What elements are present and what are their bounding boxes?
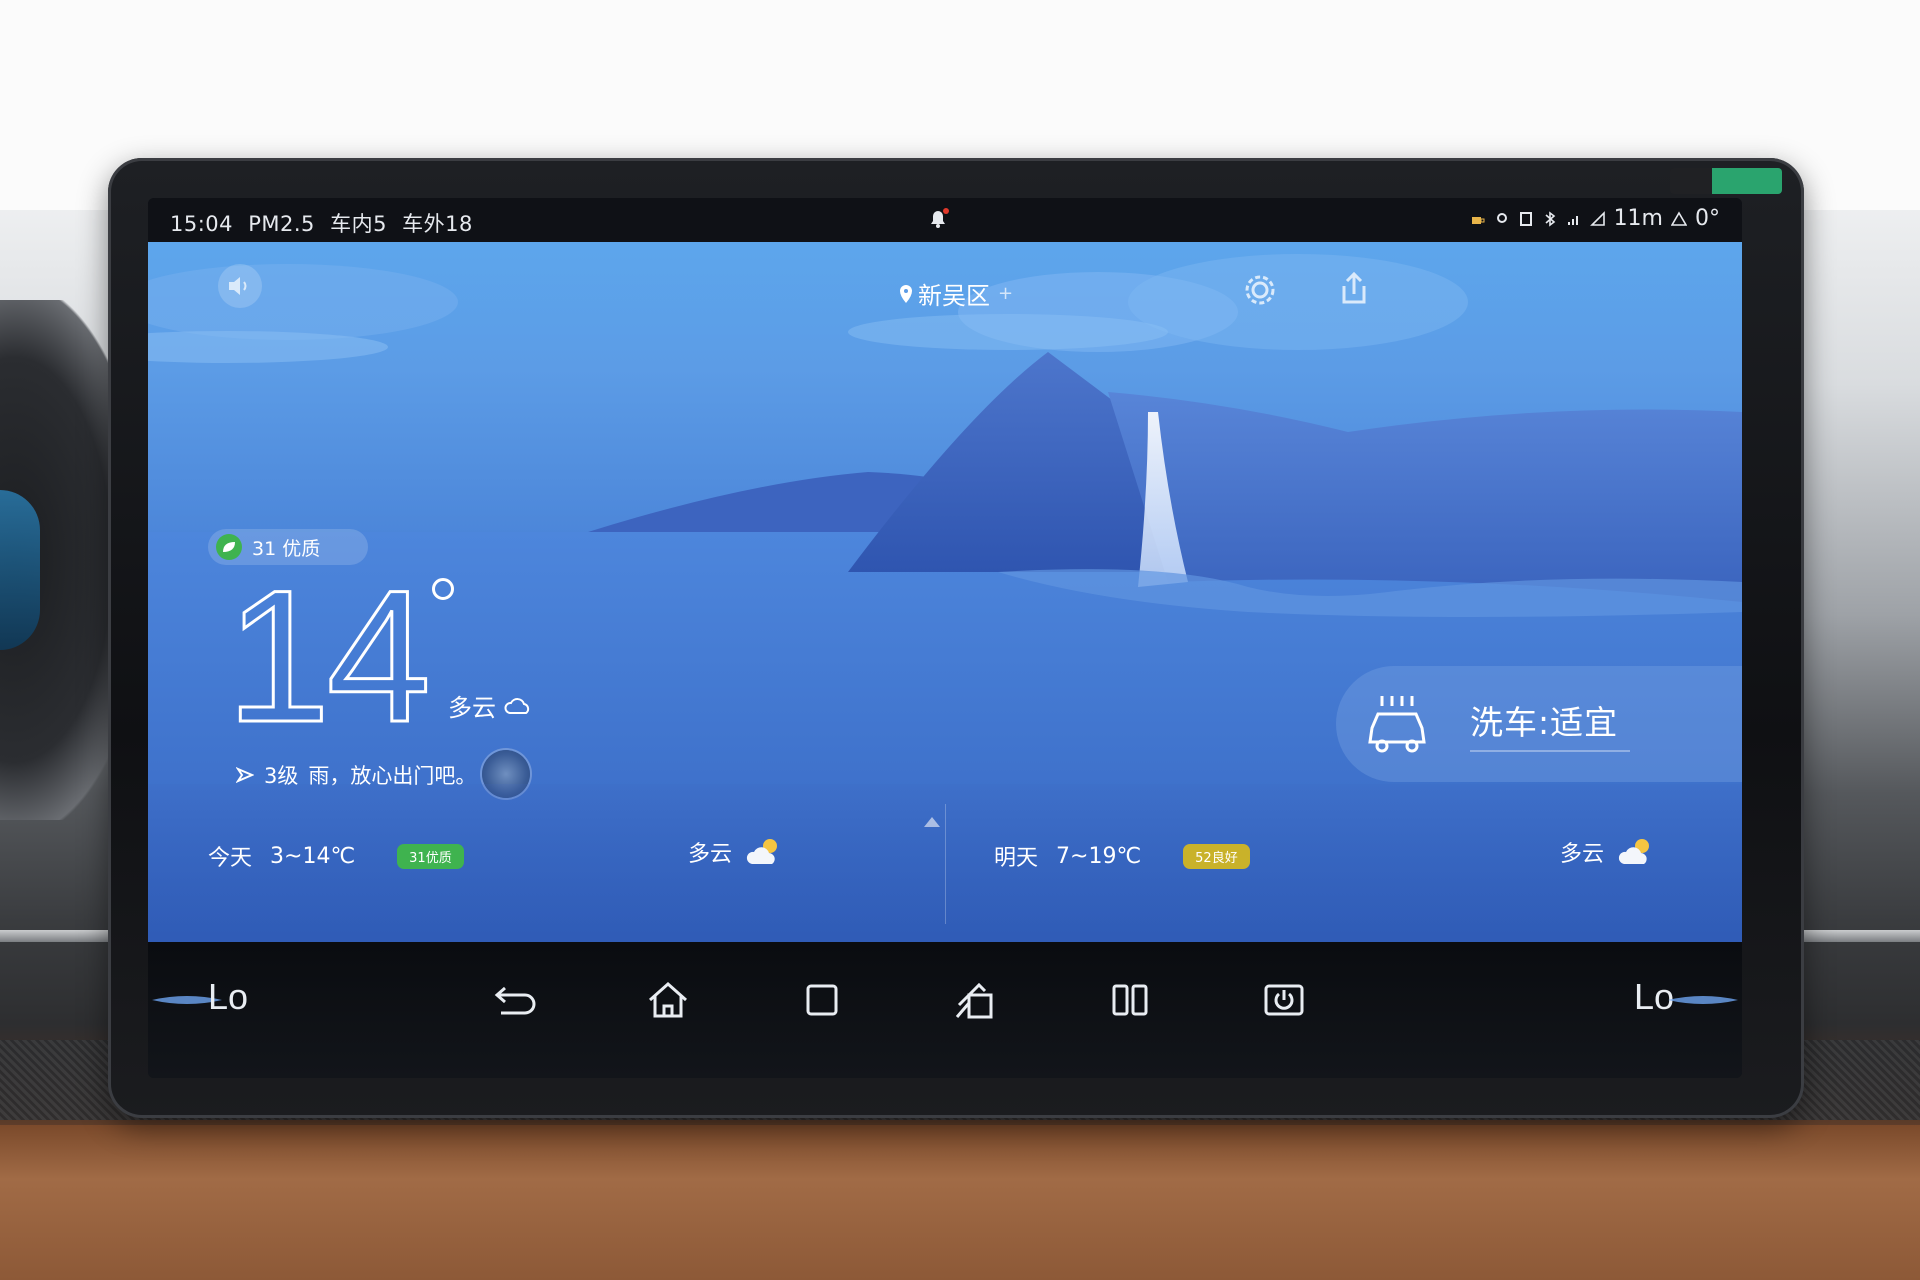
home-icon (649, 981, 687, 1018)
today-aqi-badge: 31优质 (397, 843, 464, 869)
instrument-cluster-edge (0, 490, 40, 650)
navigation-bar: Lo Lo (148, 942, 1742, 1078)
current-condition: 多云 (448, 688, 532, 723)
current-temperature: 14 (224, 551, 432, 761)
camera-strip (1670, 168, 1782, 194)
recent-apps-button[interactable] (794, 972, 850, 1028)
split-screen-icon (1112, 984, 1148, 1016)
status-bar: 15:04 PM2.5 车内5 车外18 11m 0° (148, 198, 1742, 242)
cellular-signal-icon (1567, 215, 1578, 225)
left-climate-temp[interactable]: Lo (208, 976, 248, 1018)
partly-cloudy-icon (746, 839, 778, 864)
power-icon (1264, 984, 1304, 1016)
dashboard-leather (0, 1125, 1920, 1280)
home-button[interactable] (640, 972, 696, 1028)
location-name: 新吴区 (918, 282, 990, 310)
power-button[interactable] (1256, 972, 1312, 1028)
today-label: 今天 (208, 846, 253, 871)
status-left: 15:04 PM2.5 车内5 车外18 (170, 208, 481, 238)
today-condition: 多云 (688, 842, 733, 867)
back-icon (494, 986, 536, 1015)
forecast-tomorrow[interactable]: 明天 7~19℃ 52良好 (994, 840, 1250, 872)
status-storage: 11m (1613, 206, 1663, 231)
warning-triangle-icon (1671, 210, 1687, 226)
partly-cloudy-icon (1618, 839, 1650, 864)
condition-text: 多云 (448, 694, 496, 722)
tomorrow-label: 明天 (994, 846, 1039, 871)
infotainment-screen: 15:04 PM2.5 车内5 车外18 11m 0° 新吴区 + 31 优质 … (148, 198, 1742, 1078)
settings-gear-icon[interactable] (1240, 270, 1280, 310)
screen-share-button[interactable] (948, 972, 1004, 1028)
status-right: 11m 0° (1470, 206, 1720, 231)
status-pm25: PM2.5 (248, 212, 315, 236)
today-range: 3~14℃ (270, 843, 356, 869)
map-pin-icon (900, 284, 912, 303)
tomorrow-range: 7~19℃ (1056, 843, 1142, 869)
tomorrow-aqi-badge: 52良好 (1183, 843, 1250, 869)
forecast-divider (945, 804, 946, 924)
car-wash-underline (1470, 750, 1630, 752)
car-wash-icon (1368, 696, 1426, 753)
cup-icon (1471, 216, 1485, 224)
notification-bell-icon[interactable] (925, 206, 951, 232)
speaker-icon (229, 277, 247, 295)
back-button[interactable] (486, 972, 542, 1028)
status-outside-value: 车外18 (402, 212, 473, 236)
location-icon (1496, 212, 1507, 223)
add-location-button[interactable]: + (998, 283, 1013, 304)
tomorrow-condition: 多云 (1560, 842, 1605, 867)
card-icon (1519, 211, 1532, 226)
split-screen-button[interactable] (1102, 972, 1158, 1028)
forecast-strip: 今天 3~14℃ 31优质 多云 明天 7~19℃ 52良好 多云 (148, 784, 1742, 942)
status-time: 15:04 (170, 212, 234, 236)
bluetooth-icon (1545, 210, 1555, 227)
right-temp-streak-icon (1668, 996, 1738, 1004)
cloud-icon (504, 697, 530, 714)
screen-share-icon (955, 982, 993, 1019)
location-selector[interactable]: 新吴区 + (898, 276, 1013, 311)
recent-apps-icon (806, 984, 838, 1016)
forecast-today[interactable]: 今天 3~14℃ 31优质 (208, 840, 464, 872)
car-wash-card[interactable]: 洗车:适宜 (1336, 666, 1742, 782)
share-icon[interactable] (1334, 268, 1374, 308)
display-bezel: 15:04 PM2.5 车内5 车外18 11m 0° 新吴区 + 31 优质 … (108, 158, 1804, 1118)
forecast-today-condition: 多云 (688, 836, 784, 868)
volume-button[interactable] (218, 264, 262, 308)
storage-signal-icon (1589, 210, 1605, 226)
car-wash-text: 洗车:适宜 (1470, 703, 1619, 742)
forecast-tomorrow-condition: 多云 (1560, 836, 1656, 868)
status-signal-value: 0° (1695, 206, 1720, 231)
status-inside-value: 车内5 (330, 212, 387, 236)
degree-symbol (432, 578, 454, 600)
wind-direction-icon (236, 767, 254, 783)
